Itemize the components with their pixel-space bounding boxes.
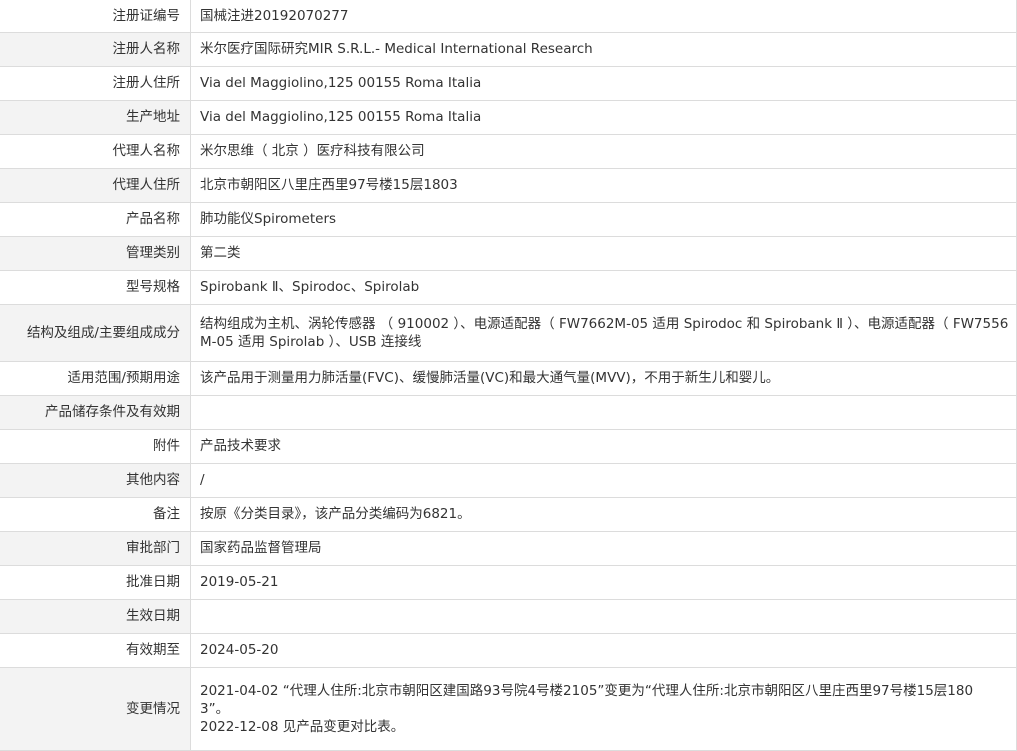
row-registrant-name: 注册人名称 米尔医疗国际研究MIR S.R.L.- Medical Interna…	[0, 31, 1017, 67]
field-value: 2019-05-21	[190, 564, 1017, 600]
field-value: 肺功能仪Spirometers	[190, 201, 1017, 237]
row-product-name: 产品名称 肺功能仪Spirometers	[0, 201, 1017, 237]
field-value: 2021-04-02 “代理人住所:北京市朝阳区建国路93号院4号楼2105”变…	[190, 666, 1017, 751]
field-label: 生效日期	[0, 598, 191, 634]
field-value: 该产品用于测量用力肺活量(FVC)、缓慢肺活量(VC)和最大通气量(MVV)，不…	[190, 360, 1017, 396]
row-registration-number: 注册证编号 国械注进20192070277	[0, 0, 1017, 33]
row-storage-conditions: 产品储存条件及有效期	[0, 394, 1017, 430]
field-value-line: 北京市朝阳区八里庄西里97号楼15层1803	[200, 177, 458, 193]
field-value-line: 按原《分类目录》，该产品分类编码为6821。	[200, 506, 471, 522]
row-structure-composition: 结构及组成/主要组成成分 结构组成为主机、涡轮传感器 （ 910002 ）、电源适…	[0, 303, 1017, 362]
field-value: 结构组成为主机、涡轮传感器 （ 910002 ）、电源适配器（ FW7662M-…	[190, 303, 1017, 362]
field-value-line: /	[200, 472, 205, 488]
field-value-line: 肺功能仪Spirometers	[200, 211, 337, 227]
row-intended-use: 适用范围/预期用途 该产品用于测量用力肺活量(FVC)、缓慢肺活量(VC)和最大通…	[0, 360, 1017, 396]
field-value: 第二类	[190, 235, 1017, 271]
field-label: 备注	[0, 496, 191, 532]
row-attachments: 附件 产品技术要求	[0, 428, 1017, 464]
field-label: 适用范围/预期用途	[0, 360, 191, 396]
field-label: 生产地址	[0, 99, 191, 135]
field-label: 产品储存条件及有效期	[0, 394, 191, 430]
row-other-content: 其他内容 /	[0, 462, 1017, 498]
field-value: 米尔医疗国际研究MIR S.R.L.- Medical Internationa…	[190, 31, 1017, 67]
field-value: 米尔思维（ 北京 ）医疗科技有限公司	[190, 133, 1017, 169]
field-value: Via del Maggiolino,125 00155 Roma Italia	[190, 65, 1017, 101]
field-value: /	[190, 462, 1017, 498]
registration-info-table: 注册证编号 国械注进20192070277 注册人名称 米尔医疗国际研究MIR S.R…	[0, 0, 1017, 751]
field-value: 国家药品监督管理局	[190, 530, 1017, 566]
row-production-address: 生产地址 Via del Maggiolino,125 00155 Roma It…	[0, 99, 1017, 135]
field-label: 注册人住所	[0, 65, 191, 101]
row-effective-date: 生效日期	[0, 598, 1017, 634]
field-value-line: 米尔思维（ 北京 ）医疗科技有限公司	[200, 143, 425, 159]
row-registrant-address: 注册人住所 Via del Maggiolino,125 00155 Roma I…	[0, 65, 1017, 101]
field-value-line: Via del Maggiolino,125 00155 Roma Italia	[200, 75, 482, 91]
field-value	[190, 394, 1017, 430]
field-label: 代理人住所	[0, 167, 191, 203]
row-approval-department: 审批部门 国家药品监督管理局	[0, 530, 1017, 566]
row-approval-date: 批准日期 2019-05-21	[0, 564, 1017, 600]
registration-info-body: 注册证编号 国械注进20192070277 注册人名称 米尔医疗国际研究MIR S.R…	[0, 0, 1017, 751]
field-value-line: 国械注进20192070277	[200, 7, 349, 24]
field-value: 国械注进20192070277	[190, 0, 1017, 33]
field-value-line: 米尔医疗国际研究MIR S.R.L.- Medical Internationa…	[200, 41, 593, 57]
field-label: 型号规格	[0, 269, 191, 305]
field-value-line: 产品技术要求	[200, 438, 281, 454]
field-value: 按原《分类目录》，该产品分类编码为6821。	[190, 496, 1017, 532]
field-label: 产品名称	[0, 201, 191, 237]
field-value-line: 该产品用于测量用力肺活量(FVC)、缓慢肺活量(VC)和最大通气量(MVV)，不…	[200, 370, 780, 386]
row-model-spec: 型号规格 Spirobank Ⅱ、Spirodoc、Spirolab	[0, 269, 1017, 305]
field-value: Spirobank Ⅱ、Spirodoc、Spirolab	[190, 269, 1017, 305]
field-label: 管理类别	[0, 235, 191, 271]
field-label: 审批部门	[0, 530, 191, 566]
field-label: 附件	[0, 428, 191, 464]
row-agent-address: 代理人住所 北京市朝阳区八里庄西里97号楼15层1803	[0, 167, 1017, 203]
field-label: 注册人名称	[0, 31, 191, 67]
field-value-line: 国家药品监督管理局	[200, 540, 322, 556]
field-value-line: 2019-05-21	[200, 574, 279, 590]
field-value-line: 2024-05-20	[200, 642, 279, 658]
row-change-history: 变更情况 2021-04-02 “代理人住所:北京市朝阳区建国路93号院4号楼21…	[0, 666, 1017, 751]
field-value: 北京市朝阳区八里庄西里97号楼15层1803	[190, 167, 1017, 203]
field-label: 批准日期	[0, 564, 191, 600]
field-label: 变更情况	[0, 666, 191, 751]
field-value-line: Via del Maggiolino,125 00155 Roma Italia	[200, 109, 482, 125]
field-value-line: 第二类	[200, 245, 241, 261]
row-remarks: 备注 按原《分类目录》，该产品分类编码为6821。	[0, 496, 1017, 532]
field-value-line: 结构组成为主机、涡轮传感器 （ 910002 ）、电源适配器（ FW7662M-…	[200, 315, 1009, 332]
field-value-line: 2021-04-02 “代理人住所:北京市朝阳区建国路93号院4号楼2105”变…	[200, 682, 974, 699]
field-value: 产品技术要求	[190, 428, 1017, 464]
field-value-line: 2022-12-08 见产品变更对比表。	[200, 718, 405, 735]
field-value: Via del Maggiolino,125 00155 Roma Italia	[190, 99, 1017, 135]
row-agent-name: 代理人名称 米尔思维（ 北京 ）医疗科技有限公司	[0, 133, 1017, 169]
field-value-line: Spirobank Ⅱ、Spirodoc、Spirolab	[200, 279, 420, 295]
field-value-line: M-05 适用 Spirolab ）、USB 连接线	[200, 333, 422, 350]
field-label: 结构及组成/主要组成成分	[0, 303, 191, 362]
field-label: 注册证编号	[0, 0, 191, 33]
field-label: 有效期至	[0, 632, 191, 668]
row-management-category: 管理类别 第二类	[0, 235, 1017, 271]
field-label: 其他内容	[0, 462, 191, 498]
field-value-line: 3”。	[200, 700, 230, 717]
field-value: 2024-05-20	[190, 632, 1017, 668]
field-label: 代理人名称	[0, 133, 191, 169]
field-value	[190, 598, 1017, 634]
row-valid-until: 有效期至 2024-05-20	[0, 632, 1017, 668]
